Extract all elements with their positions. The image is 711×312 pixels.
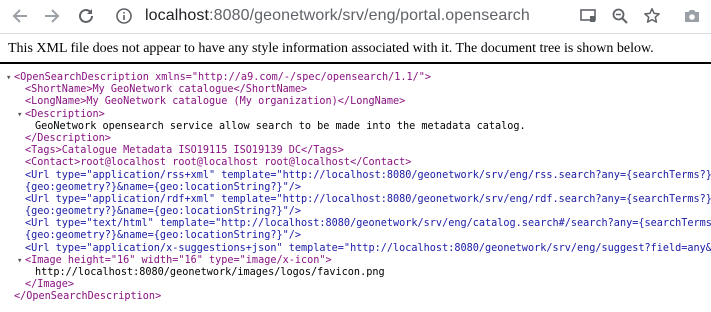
- xml-url-html-cont: {geo:geometry?}&name={geo:locationString…: [25, 230, 302, 242]
- xml-url-html: <Url type="text/html" template="http://l…: [25, 218, 711, 230]
- xml-info-bar: This XML file does not appear to have an…: [0, 33, 711, 64]
- reload-icon[interactable]: [74, 4, 98, 28]
- browser-toolbar: localhost:8080/geonetwork/srv/eng/portal…: [0, 0, 711, 34]
- xml-contact: <Contact>root@localhost root@localhost r…: [25, 157, 412, 169]
- xml-line: <Contact>root@localhost root@localhost r…: [0, 157, 711, 169]
- xml-image-text: http://localhost:8080/geonetwork/images/…: [35, 267, 385, 278]
- xml-line: GeoNetwork opensearch service allow sear…: [0, 121, 711, 133]
- collapse-toggle-icon[interactable]: ▾: [17, 109, 22, 121]
- xml-root-close: </OpenSearchDescription>: [14, 291, 162, 303]
- bookmark-star-icon[interactable]: [640, 4, 664, 28]
- xml-line: <ShortName>My GeoNetwork catalogue</Shor…: [0, 84, 711, 96]
- camera-icon[interactable]: [680, 4, 704, 28]
- xml-line: <Url type="application/rss+xml" template…: [0, 170, 711, 182]
- xml-style-info: This XML file does not appear to have an…: [8, 41, 654, 56]
- xml-url-rss: <Url type="application/rss+xml" template…: [25, 169, 711, 181]
- xml-tags: <Tags>Catalogue Metadata ISO19115 ISO191…: [25, 145, 344, 157]
- xml-line: <LongName>My GeoNetwork catalogue (My or…: [0, 96, 711, 108]
- url-path: :8080/geonetwork/srv/eng/portal.opensear…: [209, 7, 530, 24]
- xml-line: </Description>: [0, 133, 711, 145]
- xml-line: {geo:geometry?}&name={geo:locationString…: [0, 182, 711, 194]
- zoom-icon[interactable]: [608, 4, 632, 28]
- xml-url-suggest: <Url type="application/x-suggestions+jso…: [25, 242, 711, 254]
- xml-url-rdf: <Url type="application/rdf+xml" template…: [25, 193, 711, 205]
- xml-description-close: </Description>: [25, 132, 111, 144]
- cast-icon[interactable]: [576, 4, 600, 28]
- xml-line: <Url type="application/rdf+xml" template…: [0, 194, 711, 206]
- xml-line: <Url type="application/x-suggestions+jso…: [0, 243, 711, 255]
- xml-line: </OpenSearchDescription>: [0, 291, 711, 303]
- xml-line: <Tags>Catalogue Metadata ISO19115 ISO191…: [0, 145, 711, 157]
- xml-image-close: </Image>: [25, 279, 75, 291]
- back-icon[interactable]: [8, 4, 32, 28]
- xml-image-open: <Image height="16" width="16" type="imag…: [25, 254, 332, 266]
- xml-line: <Url type="text/html" template="http://l…: [0, 218, 711, 230]
- xml-url-rss-cont: {geo:geometry?}&name={geo:locationString…: [25, 181, 302, 193]
- forward-icon[interactable]: [40, 4, 64, 28]
- address-bar[interactable]: localhost:8080/geonetwork/srv/eng/portal…: [145, 6, 530, 26]
- url-host: localhost: [145, 7, 210, 24]
- xml-long-name: <LongName>My GeoNetwork catalogue (My or…: [25, 96, 406, 108]
- collapse-toggle-icon[interactable]: ▾: [17, 255, 22, 267]
- xml-root-open: <OpenSearchDescription xmlns="http://a9.…: [14, 72, 432, 83]
- xml-line: http://localhost:8080/geonetwork/images/…: [0, 267, 711, 279]
- xml-line: ▾ <Description>: [0, 109, 711, 121]
- xml-description-text: GeoNetwork opensearch service allow sear…: [35, 120, 526, 132]
- xml-short-name: <ShortName>My GeoNetwork catalogue</Shor…: [25, 84, 308, 96]
- xml-tree: ▾ <OpenSearchDescription xmlns="http://a9…: [0, 72, 711, 304]
- xml-line: ▾ <OpenSearchDescription xmlns="http://a9…: [0, 72, 711, 84]
- xml-url-rdf-cont: {geo:geometry?}&name={geo:locationString…: [25, 206, 302, 218]
- collapse-toggle-icon[interactable]: ▾: [6, 72, 11, 84]
- xml-line: {geo:geometry?}&name={geo:locationString…: [0, 206, 711, 218]
- info-icon[interactable]: [112, 4, 136, 28]
- xml-line: </Image>: [0, 279, 711, 291]
- xml-line: ▾ <Image height="16" width="16" type="ima…: [0, 255, 711, 267]
- xml-line: {geo:geometry?}&name={geo:locationString…: [0, 230, 711, 242]
- xml-description-open: <Description>: [25, 108, 105, 120]
